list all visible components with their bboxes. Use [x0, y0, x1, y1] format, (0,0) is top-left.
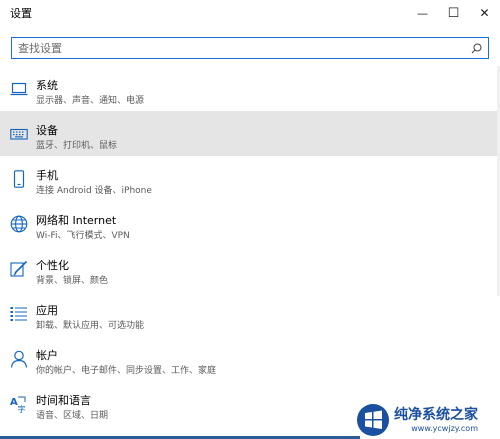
phone-icon [10, 170, 28, 188]
settings-item-label: 应用 [36, 304, 58, 317]
settings-item-devices[interactable]: 设备 蓝牙、打印机、鼠标 [0, 111, 500, 156]
person-icon [10, 350, 28, 368]
settings-item-description: 蓝牙、打印机、鼠标 [36, 141, 118, 151]
settings-item-network[interactable]: 网络和 Internet Wi-Fi、飞行模式、VPN [0, 201, 500, 246]
settings-item-phone[interactable]: 手机 连接 Android 设备、iPhone [0, 156, 500, 201]
watermark-title: 纯净系统之家 [394, 406, 478, 423]
settings-item-description: 连接 Android 设备、iPhone [36, 186, 152, 196]
globe-icon [10, 215, 28, 233]
window-title: 设置 [10, 7, 32, 20]
settings-item-label: 手机 [36, 169, 58, 182]
settings-item-description: Wi-Fi、飞行模式、VPN [36, 231, 130, 241]
settings-category-list: 系统 显示器、声音、通知、电源 设备 蓝牙、打印机、鼠标 手机 连接 Andro… [0, 66, 500, 426]
apps-list-icon [10, 305, 28, 323]
settings-item-label: 设备 [36, 124, 58, 137]
window-controls: — ☐ ✕ [407, 0, 500, 26]
watermark-url: www.ycwjzy.com [411, 423, 478, 433]
settings-item-description: 背景、锁屏、颜色 [36, 276, 109, 286]
settings-item-label: 时间和语言 [36, 394, 91, 407]
settings-item-label: 网络和 Internet [36, 214, 117, 227]
settings-item-description: 卸载、默认应用、可选功能 [36, 321, 145, 331]
paintbrush-icon [10, 260, 28, 278]
minimize-icon: — [417, 6, 428, 20]
settings-item-system[interactable]: 系统 显示器、声音、通知、电源 [0, 66, 500, 111]
settings-item-accounts[interactable]: 帐户 你的帐户、电子邮件、同步设置、工作、家庭 [0, 336, 500, 381]
watermark: 纯净系统之家 www.ycwjzy.com [356, 403, 496, 437]
settings-item-label: 个性化 [36, 259, 69, 272]
settings-item-label: 系统 [36, 79, 58, 92]
maximize-icon: ☐ [447, 5, 460, 21]
search-input[interactable] [12, 38, 468, 58]
settings-item-label: 帐户 [36, 349, 58, 362]
minimize-button[interactable]: — [407, 0, 438, 26]
svg-text:字: 字 [18, 404, 26, 413]
title-bar: 设置 — ☐ ✕ [0, 0, 500, 26]
keyboard-icon [10, 125, 28, 143]
search-box [11, 37, 489, 59]
settings-item-personalization[interactable]: 个性化 背景、锁屏、颜色 [0, 246, 500, 291]
language-icon: A 字 [10, 395, 28, 413]
maximize-button[interactable]: ☐ [438, 0, 469, 26]
close-icon: ✕ [479, 6, 490, 20]
settings-item-description: 语音、区域、日期 [36, 411, 109, 421]
laptop-icon [10, 80, 28, 98]
settings-item-description: 你的帐户、电子邮件、同步设置、工作、家庭 [36, 366, 217, 376]
watermark-logo-icon [357, 404, 389, 436]
close-button[interactable]: ✕ [469, 0, 500, 26]
settings-item-description: 显示器、声音、通知、电源 [36, 96, 145, 106]
settings-item-apps[interactable]: 应用 卸载、默认应用、可选功能 [0, 291, 500, 336]
watermark-text: 纯净系统之家 www.ycwjzy.com [394, 408, 478, 433]
settings-window: 设置 — ☐ ✕ 查找设置 系统 显示器、声音、通知、电源 设备 蓝牙、打印机、… [0, 0, 500, 439]
search-icon[interactable] [468, 39, 484, 57]
